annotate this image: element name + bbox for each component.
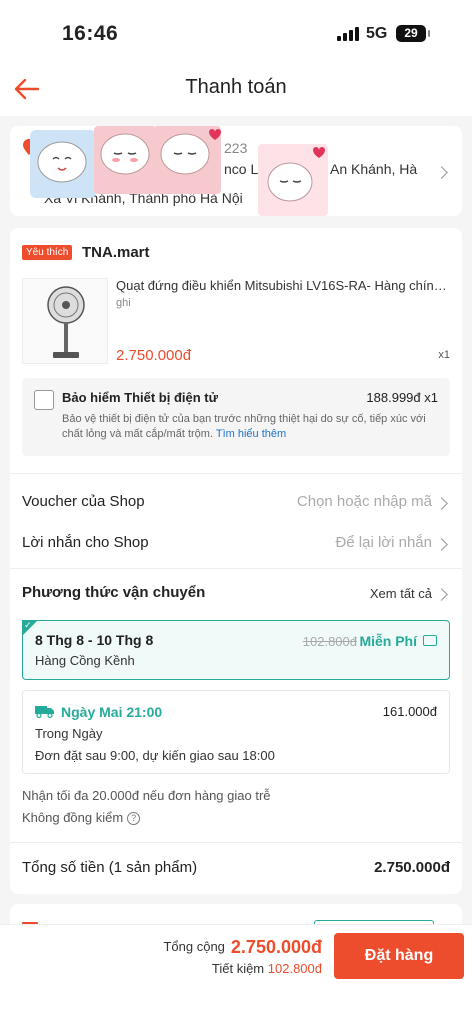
divider bbox=[10, 568, 462, 569]
product-price: 2.750.000đ bbox=[116, 347, 192, 364]
product-quantity: x1 bbox=[438, 349, 450, 361]
grand-total-value: 2.750.000đ bbox=[230, 937, 322, 957]
battery-icon: 29 bbox=[396, 25, 430, 42]
chevron-right-icon bbox=[435, 588, 448, 601]
shipping-type: Hàng Cồng Kềnh bbox=[35, 653, 135, 668]
truck-icon bbox=[35, 706, 54, 718]
voucher-input[interactable]: Chọn hoặc nhập mã bbox=[297, 493, 432, 510]
chevron-right-icon bbox=[435, 538, 448, 551]
message-label: Lời nhắn cho Shop bbox=[22, 534, 149, 551]
shipping-old-price: 102.800đ bbox=[302, 634, 357, 649]
savings-label: Tiết kiệm bbox=[211, 961, 265, 976]
divider bbox=[10, 473, 462, 474]
voucher-label: Voucher của Shop bbox=[22, 493, 145, 510]
network-label: 5G bbox=[366, 25, 388, 42]
checkout-bar: Tổng cộng 2.750.000đ Tiết kiệm 102.800đ Đ… bbox=[0, 924, 472, 1024]
insurance-box: Bảo hiểm Thiết bị điện tử 188.999đ x1 Bả… bbox=[22, 378, 450, 456]
shop-name[interactable]: TNA.mart bbox=[82, 244, 150, 261]
insurance-price: 188.999đ x1 bbox=[366, 390, 438, 405]
check-icon: ✓ bbox=[24, 620, 32, 630]
address-card[interactable]: 223 nco Lê An Khánh, Hà Xã Vi Khánh, Thà… bbox=[10, 126, 462, 216]
page-title: Thanh toán bbox=[185, 76, 287, 98]
order-total-value: 2.750.000đ bbox=[374, 859, 450, 876]
express-shipping-note: Đơn đặt sau 9:00, dự kiến giao sau 18:00 bbox=[35, 748, 275, 763]
cat-sticker-icon bbox=[258, 144, 328, 216]
standing-fan-icon bbox=[47, 286, 85, 358]
header: Thanh toán bbox=[0, 62, 472, 116]
signal-icon bbox=[337, 27, 359, 41]
express-shipping-type: Trong Ngày bbox=[35, 726, 103, 741]
grand-total-label: Tổng cộng bbox=[163, 939, 225, 954]
savings-value: 102.800đ bbox=[267, 961, 322, 976]
shipping-date-range: 8 Thg 8 - 10 Thg 8 bbox=[35, 632, 154, 648]
insurance-description: Bảo vệ thiết bị điện tử của bạn trước nh… bbox=[62, 412, 442, 442]
insurance-checkbox[interactable] bbox=[34, 390, 54, 410]
product-name[interactable]: Quạt đứng điều khiển Mitsubishi LV16S-RA… bbox=[116, 278, 451, 293]
cat-sticker-icon bbox=[30, 130, 96, 198]
shipping-option-selected[interactable]: ✓ 8 Thg 8 - 10 Thg 8 Hàng Cồng Kềnh 102.… bbox=[22, 620, 450, 680]
no-inspection-note[interactable]: Không đồng kiểm? bbox=[22, 810, 141, 825]
cat-sticker-icon bbox=[153, 126, 221, 194]
savings: Tiết kiệm 102.800đ bbox=[212, 961, 322, 976]
status-time: 16:46 bbox=[62, 22, 119, 45]
no-inspection-text: Không đồng kiểm bbox=[22, 810, 124, 825]
cat-sticker-icon bbox=[94, 126, 156, 194]
shipping-title: Phương thức vận chuyển bbox=[22, 584, 206, 601]
place-order-button[interactable]: Đặt hàng bbox=[334, 933, 464, 979]
shipping-option-alternative[interactable]: Ngày Mai 21:00 161.000đ Trong Ngày Đơn đ… bbox=[22, 690, 450, 774]
order-card: Yêu thích TNA.mart Quạt đứng điều khiển … bbox=[10, 228, 462, 894]
product-image[interactable] bbox=[22, 278, 108, 364]
insurance-title: Bảo hiểm Thiết bị điện tử bbox=[62, 390, 219, 405]
order-total-label: Tổng số tiền (1 sản phẩm) bbox=[22, 859, 198, 876]
shipping-see-all-link[interactable]: Xem tất cả bbox=[370, 586, 432, 601]
express-shipping-price: 161.000đ bbox=[382, 704, 437, 719]
insurance-learn-more-link[interactable]: Tìm hiểu thêm bbox=[216, 428, 286, 440]
grand-total: Tổng cộng 2.750.000đ bbox=[163, 937, 322, 958]
status-bar: 16:46 5G 29 bbox=[0, 0, 472, 62]
favorite-badge: Yêu thích bbox=[22, 245, 73, 260]
late-delivery-note: Nhận tối đa 20.000đ nếu đơn hàng giao tr… bbox=[22, 788, 271, 803]
message-input[interactable]: Để lại lời nhắn bbox=[335, 534, 432, 551]
express-shipping-title: Ngày Mai 21:00 bbox=[61, 704, 163, 720]
shipping-free-label: Miễn Phí bbox=[359, 633, 417, 649]
sticker-overlay bbox=[30, 126, 328, 216]
divider bbox=[10, 842, 462, 843]
product-variant: ghi bbox=[116, 297, 131, 309]
free-ship-icon bbox=[423, 635, 437, 646]
chevron-right-icon bbox=[435, 497, 448, 510]
question-icon[interactable]: ? bbox=[127, 812, 141, 825]
